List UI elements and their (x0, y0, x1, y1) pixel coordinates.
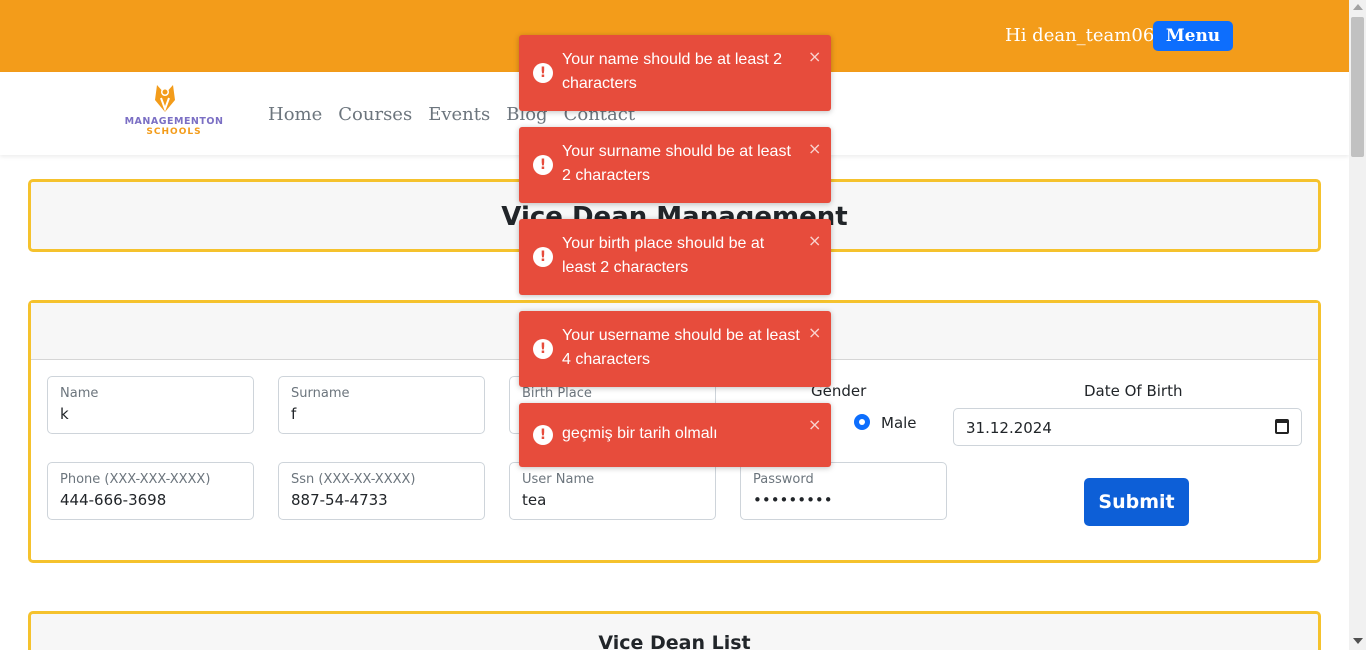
logo-icon (155, 85, 175, 112)
name-label: Name (60, 386, 99, 401)
toast-message: Your surname should be at least 2 charac… (562, 143, 791, 184)
gender-male-radio[interactable] (854, 414, 870, 430)
error-icon: ! (533, 247, 553, 267)
name-value: k (60, 405, 69, 423)
username-value: tea (522, 491, 547, 509)
phone-field[interactable]: Phone (XXX-XXX-XXXX) 444-666-3698 (47, 462, 254, 520)
gender-male-label[interactable]: Male (881, 414, 917, 432)
phone-value: 444-666-3698 (60, 491, 167, 509)
password-label: Password (753, 472, 814, 487)
submit-button[interactable]: Submit (1084, 478, 1189, 526)
calendar-icon[interactable] (1275, 419, 1289, 434)
toast-surname-error[interactable]: ! Your surname should be at least 2 char… (519, 127, 831, 203)
dob-input[interactable]: 31.12.2024 (953, 408, 1302, 446)
vice-dean-list-card: Vice Dean List (28, 611, 1321, 650)
toast-message: geçmiş bir tarih olmalı (562, 425, 718, 442)
password-field[interactable]: Password ••••••••• (740, 462, 947, 520)
menu-button[interactable]: Menu (1153, 21, 1233, 51)
toast-birth-place-error[interactable]: ! Your birth place should be at least 2 … (519, 219, 831, 295)
error-icon: ! (533, 425, 553, 445)
scroll-up-icon[interactable] (1353, 4, 1363, 10)
scroll-down-icon[interactable] (1353, 638, 1363, 644)
ssn-value: 887-54-4733 (291, 491, 388, 509)
close-icon[interactable]: × (808, 139, 821, 158)
error-icon: ! (533, 155, 553, 175)
toast-username-error[interactable]: ! Your username should be at least 4 cha… (519, 311, 831, 387)
ssn-label: Ssn (XXX-XX-XXXX) (291, 472, 416, 487)
brand-logo[interactable]: MANAGEMENTON SCHOOLS (120, 82, 230, 142)
list-title: Vice Dean List (598, 632, 751, 650)
name-field[interactable]: Name k (47, 376, 254, 434)
username-field[interactable]: User Name tea (509, 462, 716, 520)
toast-message: Your birth place should be at least 2 ch… (562, 235, 765, 276)
brand-sub: SCHOOLS (146, 127, 202, 137)
surname-label: Surname (291, 386, 350, 401)
page-scrollbar[interactable] (1349, 0, 1366, 650)
birth-place-label: Birth Place (522, 386, 592, 401)
close-icon[interactable]: × (808, 323, 821, 342)
surname-field[interactable]: Surname f (278, 376, 485, 434)
close-icon[interactable]: × (808, 415, 821, 434)
greeting-text: Hi dean_team06 (1005, 25, 1155, 46)
error-icon: ! (533, 63, 553, 83)
brand-name: MANAGEMENTON (124, 116, 224, 127)
username-label: User Name (522, 472, 595, 487)
toast-message: Your name should be at least 2 character… (562, 51, 783, 92)
nav-events[interactable]: Events (428, 104, 490, 125)
error-icon: ! (533, 339, 553, 359)
dob-value: 31.12.2024 (966, 419, 1052, 437)
scroll-thumb[interactable] (1351, 17, 1364, 157)
surname-value: f (291, 405, 297, 423)
password-value: ••••••••• (753, 491, 833, 509)
toast-date-error[interactable]: ! geçmiş bir tarih olmalı × (519, 403, 831, 467)
toast-name-error[interactable]: ! Your name should be at least 2 charact… (519, 35, 831, 111)
ssn-field[interactable]: Ssn (XXX-XX-XXXX) 887-54-4733 (278, 462, 485, 520)
dob-label: Date Of Birth (1084, 382, 1183, 400)
phone-label: Phone (XXX-XXX-XXXX) (60, 472, 211, 487)
close-icon[interactable]: × (808, 47, 821, 66)
nav-home[interactable]: Home (268, 104, 322, 125)
close-icon[interactable]: × (808, 231, 821, 250)
nav-courses[interactable]: Courses (338, 104, 412, 125)
toast-message: Your username should be at least 4 chara… (562, 327, 800, 368)
